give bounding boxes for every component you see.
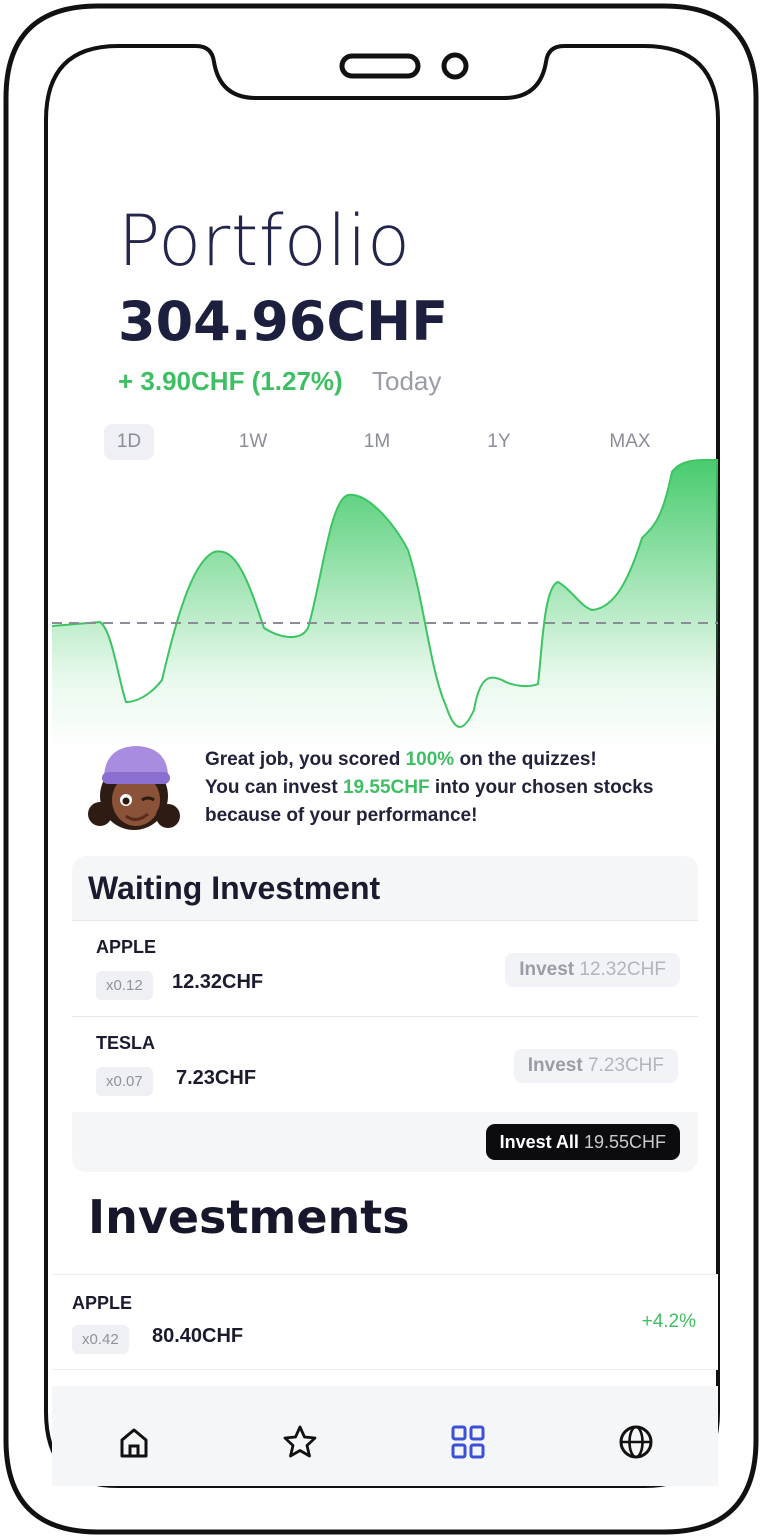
invest-label: Invest — [527, 1055, 583, 1076]
bottom-tab-bar — [52, 1386, 718, 1486]
waiting-investment-card: Waiting Investment APPLE x0.12 12.32CHF … — [72, 856, 698, 1172]
chart-area — [52, 459, 718, 750]
stock-amount: 7.23CHF — [176, 1067, 257, 1089]
quantity-badge: x0.42 — [72, 1325, 129, 1354]
coach-line3: because of your performance! — [205, 805, 478, 826]
invest-apple-button[interactable]: Invest 12.32CHF — [505, 953, 680, 987]
period-label: Today — [372, 366, 442, 396]
stock-amount: 12.32CHF — [172, 971, 264, 993]
star-icon[interactable] — [280, 1422, 320, 1462]
portfolio-change: + 3.90CHF (1.27%) — [118, 366, 343, 396]
waiting-row: APPLE x0.12 12.32CHF Invest 12.32CHF — [72, 920, 698, 1016]
coach-message: Great job, you scored 100% on the quizze… — [205, 746, 705, 830]
quantity-badge: x0.07 — [96, 1067, 153, 1096]
grid-icon[interactable] — [448, 1422, 488, 1462]
coach-amount: 19.55CHF — [342, 777, 430, 798]
invest-label: Invest — [519, 959, 575, 980]
stock-change: +4.2% — [641, 1311, 696, 1332]
investments-title: Investments — [88, 1190, 410, 1244]
invest-amount: 12.32CHF — [579, 959, 666, 980]
invest-all-amount: 19.55CHF — [583, 1132, 666, 1152]
coach-avatar — [88, 746, 180, 830]
portfolio-chart — [52, 458, 718, 750]
investment-row[interactable]: APPLE x0.42 80.40CHF +4.2% — [52, 1274, 718, 1370]
home-icon[interactable] — [114, 1422, 154, 1462]
invest-all-label: Invest All — [499, 1132, 579, 1152]
coach-score: 100% — [405, 749, 455, 770]
waiting-row: TESLA x0.07 7.23CHF Invest 7.23CHF — [72, 1016, 698, 1112]
invest-tesla-button[interactable]: Invest 7.23CHF — [513, 1049, 678, 1083]
stock-name: APPLE — [72, 1293, 133, 1313]
globe-icon[interactable] — [616, 1422, 656, 1462]
portfolio-value: 304.96CHF — [118, 290, 449, 353]
waiting-title: Waiting Investment — [88, 870, 381, 906]
coach-line1-pre: Great job, you scored — [205, 749, 406, 770]
invest-amount: 7.23CHF — [587, 1055, 664, 1076]
page-title: Portfolio — [118, 200, 411, 282]
coach-line1-post: on the quizzes! — [454, 749, 597, 770]
stock-amount: 80.40CHF — [152, 1325, 244, 1347]
stock-name: APPLE — [96, 937, 157, 957]
coach-line2-pre: You can invest — [205, 777, 343, 798]
coach-line2-post: into your chosen stocks — [429, 777, 654, 798]
invest-all-button[interactable]: Invest All 19.55CHF — [485, 1124, 680, 1160]
quantity-badge: x0.12 — [96, 971, 153, 1000]
stock-name: TESLA — [96, 1033, 156, 1053]
